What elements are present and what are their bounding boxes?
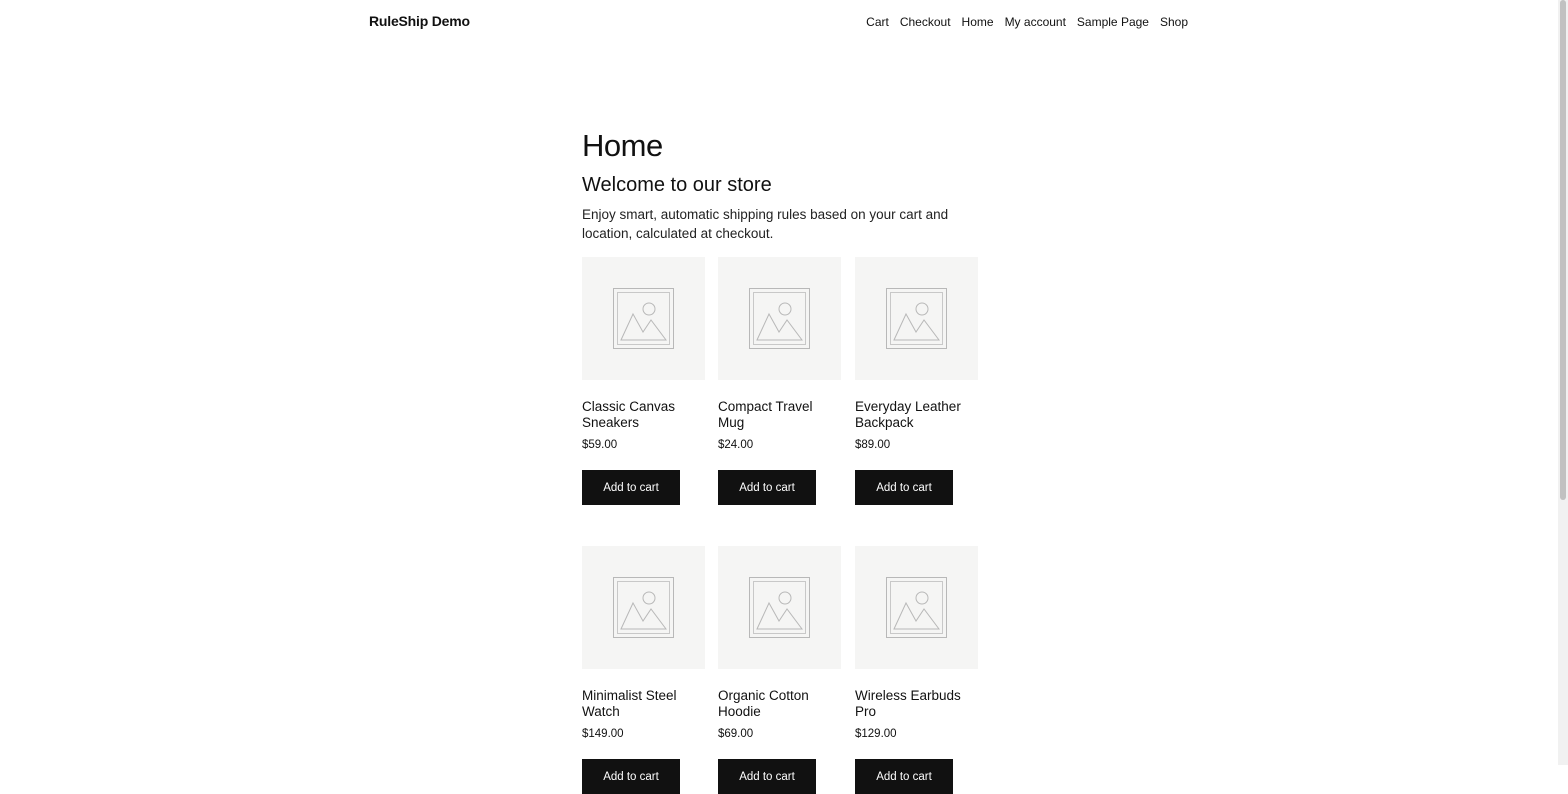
image-placeholder-icon [886,288,947,349]
product-price: $149.00 [582,728,624,740]
product-name[interactable]: Everyday Leather Backpack [855,399,978,430]
product-image[interactable] [855,546,978,669]
product-image[interactable] [582,257,705,380]
nav-cart[interactable]: Cart [866,15,889,29]
intro-text: Enjoy smart, automatic shipping rules ba… [582,207,949,241]
main-nav: Cart Checkout Home My account Sample Pag… [866,15,1188,29]
product-card: Everyday Leather Backpack $89.00 Add to … [855,257,978,505]
product-name[interactable]: Minimalist Steel Watch [582,688,705,719]
product-name[interactable]: Organic Cotton Hoodie [718,688,841,719]
product-name[interactable]: Classic Canvas Sneakers [582,399,705,430]
page-title: Home [582,128,663,163]
image-placeholder-icon [613,288,674,349]
product-card: Classic Canvas Sneakers $59.00 Add to ca… [582,257,705,505]
product-card: Organic Cotton Hoodie $69.00 Add to cart [718,546,841,794]
main-content: Home Welcome to our store Enjoy smart, a… [582,128,982,794]
add-to-cart-button[interactable]: Add to cart [718,759,816,794]
add-to-cart-button[interactable]: Add to cart [855,759,953,794]
image-placeholder-icon [749,577,810,638]
product-card: Minimalist Steel Watch $149.00 Add to ca… [582,546,705,794]
product-name[interactable]: Compact Travel Mug [718,399,841,430]
product-image[interactable] [718,257,841,380]
nav-shop[interactable]: Shop [1160,15,1188,29]
product-price: $59.00 [582,439,618,451]
nav-my-account[interactable]: My account [1005,15,1066,29]
product-name[interactable]: Wireless Earbuds Pro [855,688,978,719]
add-to-cart-button[interactable]: Add to cart [718,470,816,505]
nav-home[interactable]: Home [962,15,994,29]
image-placeholder-icon [886,577,947,638]
nav-sample-page[interactable]: Sample Page [1077,15,1149,29]
product-card: Wireless Earbuds Pro $129.00 Add to cart [855,546,978,794]
product-image[interactable] [582,546,705,669]
add-to-cart-button[interactable]: Add to cart [855,470,953,505]
page-scrollbar[interactable] [1558,0,1568,765]
add-to-cart-button[interactable]: Add to cart [582,759,680,794]
product-image[interactable] [855,257,978,380]
product-price: $69.00 [718,728,754,740]
add-to-cart-button[interactable]: Add to cart [582,470,680,505]
site-header: RuleShip Demo Cart Checkout Home My acco… [0,0,1558,44]
nav-checkout[interactable]: Checkout [900,15,951,29]
product-card: Compact Travel Mug $24.00 Add to cart [718,257,841,505]
product-price: $129.00 [855,728,897,740]
site-title[interactable]: RuleShip Demo [369,13,470,29]
image-placeholder-icon [613,577,674,638]
product-price: $24.00 [718,439,754,451]
scrollbar-thumb[interactable] [1560,0,1566,500]
product-price: $89.00 [855,439,891,451]
product-image[interactable] [718,546,841,669]
welcome-heading: Welcome to our store [582,174,772,196]
image-placeholder-icon [749,288,810,349]
